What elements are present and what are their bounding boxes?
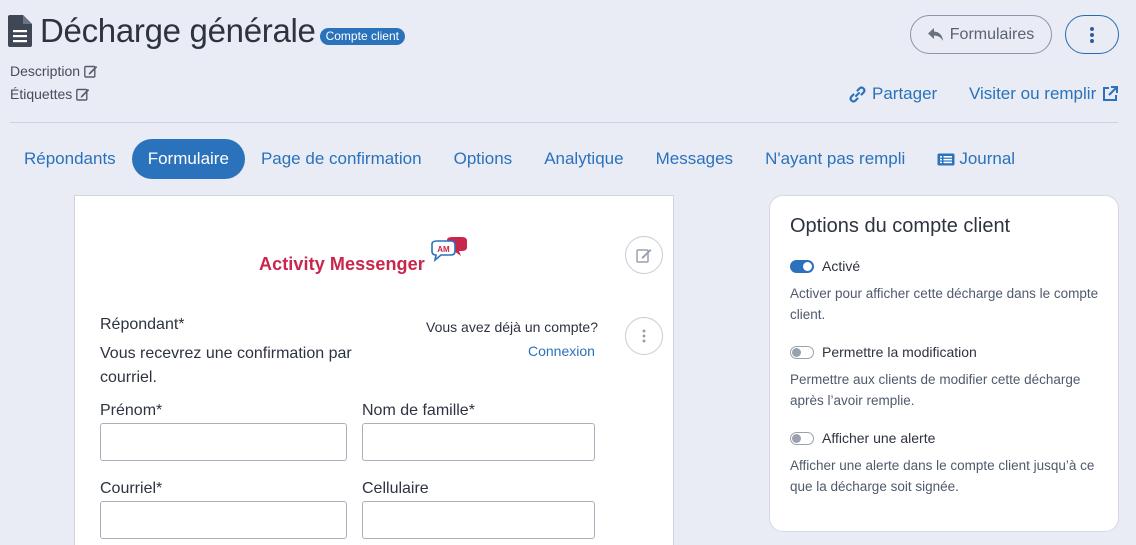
- form-preview: Activity Messenger AM Répondant* Vous re…: [74, 195, 674, 545]
- email-field[interactable]: [100, 501, 347, 539]
- cell-label: Cellulaire: [362, 480, 429, 497]
- tags-link[interactable]: Étiquettes: [10, 86, 90, 102]
- page-title: Décharge générale: [40, 12, 316, 49]
- logo-text: Activity Messenger: [259, 254, 425, 274]
- visit-label: Visiter ou remplir: [969, 84, 1097, 103]
- tab-confirmation-page[interactable]: Page de confirmation: [245, 139, 438, 179]
- option-label: Activé: [822, 258, 861, 274]
- tab-form[interactable]: Formulaire: [131, 139, 245, 179]
- vertical-dots-icon: [642, 329, 646, 343]
- edit-icon: [76, 88, 90, 101]
- option-enabled-row[interactable]: Activé: [790, 258, 860, 274]
- more-options-button[interactable]: [1065, 15, 1119, 54]
- external-link-icon: [1103, 86, 1119, 101]
- tags-label: Étiquettes: [10, 86, 73, 102]
- account-question: Vous avez déjà un compte?: [426, 319, 599, 335]
- edit-form-button[interactable]: [625, 236, 663, 274]
- tab-log[interactable]: Journal: [921, 139, 1031, 179]
- tab-label: Répondants: [24, 149, 116, 168]
- first-name-label: Prénom*: [100, 402, 163, 419]
- field-options-button[interactable]: [625, 317, 663, 355]
- tab-label: Journal: [959, 149, 1016, 168]
- link-icon: [849, 85, 866, 103]
- option-allow-edit-row[interactable]: Permettre la modification: [790, 344, 977, 360]
- option-description: Permettre aux clients de modifier cette …: [790, 372, 1081, 408]
- edit-icon: [636, 249, 652, 263]
- vertical-dots-icon: [1090, 26, 1094, 43]
- option-description: Afficher une alerte dans le compte clien…: [790, 458, 1095, 494]
- forms-button[interactable]: Formulaires: [910, 15, 1052, 54]
- options-title: Options du compte client: [790, 215, 1011, 237]
- tab-messages[interactable]: Messages: [640, 139, 749, 179]
- tab-label: Options: [453, 149, 513, 168]
- option-label: Permettre la modification: [822, 344, 977, 360]
- tab-label: Page de confirmation: [260, 149, 422, 168]
- tab-options[interactable]: Options: [438, 139, 529, 179]
- forms-button-label: Formulaires: [949, 25, 1035, 43]
- option-label: Afficher une alerte: [822, 430, 936, 446]
- description-label: Description: [10, 63, 81, 79]
- chat-bubbles-icon: AM: [431, 237, 467, 263]
- brand-logo: Activity Messenger AM: [259, 232, 469, 275]
- account-badge: Compte client: [319, 27, 405, 45]
- logo-badge: AM: [437, 245, 450, 254]
- client-account-options-panel: Options du compte client Activé Activer …: [769, 195, 1119, 532]
- allow-edit-toggle[interactable]: [790, 345, 814, 359]
- option-description: Activer pour afficher cette décharge dan…: [790, 286, 1099, 322]
- alert-toggle[interactable]: [790, 431, 814, 445]
- share-link[interactable]: Partager: [849, 84, 937, 104]
- tab-analytics[interactable]: Analytique: [528, 139, 639, 179]
- document-icon: [8, 15, 32, 47]
- visit-link[interactable]: Visiter ou remplir: [969, 84, 1119, 104]
- login-link[interactable]: Connexion: [528, 343, 595, 359]
- enabled-toggle[interactable]: [790, 259, 814, 273]
- last-name-field[interactable]: [362, 423, 595, 461]
- page-header: Décharge générale Compte client Descript…: [0, 0, 1136, 124]
- first-name-field[interactable]: [100, 423, 347, 461]
- tab-label: N'ayant pas rempli: [765, 149, 906, 168]
- tab-label: Analytique: [544, 149, 624, 168]
- edit-icon: [84, 65, 98, 78]
- description-link[interactable]: Description: [10, 63, 98, 79]
- tab-bar: Répondants Formulaire Page de confirmati…: [8, 139, 1031, 179]
- title-row: Décharge générale Compte client: [8, 12, 405, 50]
- header-divider: [10, 122, 1118, 123]
- last-name-label: Nom de famille*: [362, 402, 475, 419]
- tab-label: Formulaire: [147, 149, 229, 168]
- cell-field[interactable]: [362, 501, 595, 539]
- share-label: Partager: [872, 84, 938, 103]
- list-alt-icon: [937, 153, 955, 165]
- respondent-label: Répondant*: [100, 316, 185, 333]
- confirmation-text: Vous recevrez une confirmation par courr…: [100, 345, 352, 386]
- option-alert-row[interactable]: Afficher une alerte: [790, 430, 935, 446]
- email-label: Courriel*: [100, 480, 163, 497]
- tab-not-filled[interactable]: N'ayant pas rempli: [749, 139, 921, 179]
- tab-label: Messages: [655, 149, 734, 168]
- reply-icon: [927, 27, 943, 41]
- tab-respondents[interactable]: Répondants: [8, 139, 132, 179]
